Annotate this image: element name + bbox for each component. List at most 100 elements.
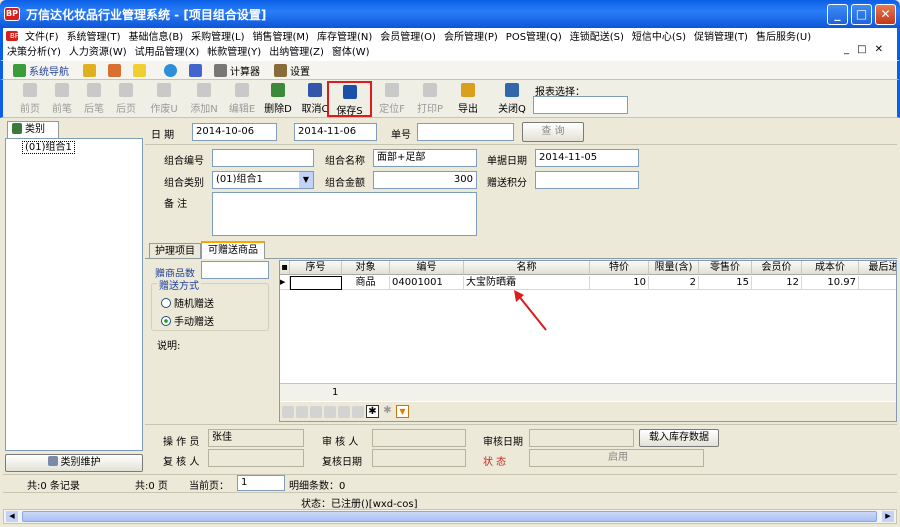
code-input[interactable] — [212, 149, 314, 167]
menu-item[interactable]: 会员管理(O) — [376, 28, 440, 43]
nav-calculator[interactable]: 计算器 — [214, 63, 260, 78]
date-to-input[interactable]: 2014-11-06 — [294, 123, 377, 141]
menu-item[interactable]: 库存管理(N) — [313, 28, 376, 43]
state-button[interactable]: 启用 — [529, 449, 704, 467]
col-name[interactable]: 名称 — [464, 261, 590, 275]
nav-system-guide[interactable]: 系统导航 — [13, 63, 69, 78]
menu-item[interactable]: 售后服务(U) — [752, 28, 815, 43]
date-from-input[interactable]: 2014-10-06 — [192, 123, 277, 141]
horizontal-scrollbar[interactable]: ◀ ▶ — [3, 509, 897, 524]
name-input[interactable]: 面部+足部 — [373, 149, 477, 167]
menu-item[interactable]: 出纳管理(Z) — [265, 43, 328, 58]
nav-settings[interactable]: 设置 — [274, 63, 310, 78]
col-member-price[interactable]: 会员价 — [752, 261, 802, 275]
note-textarea[interactable] — [212, 192, 477, 236]
load-stock-button[interactable]: 载入库存数据 — [639, 429, 719, 447]
query-button[interactable]: 查 询 — [522, 122, 584, 142]
category-maintain-button[interactable]: 类别维护 — [5, 454, 143, 472]
delete-button[interactable]: 删除D — [261, 83, 295, 115]
type-select[interactable]: (01)组合1 ▼ — [212, 171, 314, 189]
export-button[interactable]: 导出 — [451, 83, 485, 115]
col-cost-price[interactable]: 成本价 — [802, 261, 859, 275]
col-retail-price[interactable]: 零售价 — [699, 261, 752, 275]
close-button[interactable]: ✕ — [875, 4, 896, 25]
menu-item[interactable]: 帐款管理(Y) — [203, 43, 265, 58]
cell-name[interactable]: 大宝防晒霜 — [464, 276, 590, 290]
globe-icon[interactable] — [164, 63, 177, 77]
nav-prev-page-icon[interactable] — [296, 405, 308, 418]
menu-item[interactable]: 人力资源(W) — [65, 43, 131, 58]
report-select-input[interactable] — [533, 96, 628, 114]
nav-filter-icon[interactable]: ▼ — [396, 405, 409, 418]
col-seq[interactable]: 序号 — [290, 261, 342, 275]
menu-item[interactable]: 会所管理(P) — [440, 28, 502, 43]
amount-input[interactable]: 300 — [373, 171, 477, 189]
chevron-down-icon[interactable]: ▼ — [299, 172, 313, 188]
cell-limit[interactable]: 2 — [649, 276, 699, 290]
nav-last-icon[interactable] — [352, 405, 364, 418]
close-form-button[interactable]: 关闭Q — [495, 83, 529, 115]
gift-count-input[interactable] — [201, 261, 269, 279]
cell-member-price[interactable]: 12 — [752, 276, 802, 290]
radio-random[interactable]: 随机赠送 — [161, 295, 214, 310]
cell-special-price[interactable]: 10 — [590, 276, 649, 290]
menu-item[interactable]: 文件(F) — [21, 28, 63, 43]
void-button[interactable]: 作废U — [147, 83, 181, 115]
col-code[interactable]: 编号 — [390, 261, 464, 275]
users-icon[interactable] — [108, 63, 121, 77]
save-button[interactable]: 保存S — [327, 81, 372, 117]
menu-item[interactable]: 连锁配送(S) — [566, 28, 628, 43]
tree-item-group1[interactable]: (01)组合1 — [22, 141, 75, 154]
cell-cost-price[interactable]: 10.97 — [802, 276, 859, 290]
nav-delete-icon[interactable]: ✱ — [381, 405, 394, 418]
menu-item[interactable]: 决策分析(Y) — [3, 43, 65, 58]
next-record-button[interactable]: 后笔 — [79, 83, 109, 115]
cell-object[interactable]: 商品 — [342, 276, 390, 290]
col-last-price[interactable]: 最后进价 — [859, 261, 896, 275]
bell-icon[interactable] — [133, 63, 146, 77]
add-button[interactable]: 添加N — [187, 83, 221, 115]
menu-item[interactable]: 销售管理(M) — [249, 28, 313, 43]
cell-seq[interactable] — [290, 276, 342, 290]
locate-button[interactable]: 定位F — [375, 83, 409, 115]
col-object[interactable]: 对象 — [342, 261, 390, 275]
minimize-button[interactable]: _ — [827, 4, 848, 25]
last-page-button[interactable]: 后页 — [111, 83, 141, 115]
radio-manual[interactable]: 手动赠送 — [161, 313, 214, 328]
nav-next-icon[interactable] — [324, 405, 336, 418]
menu-item[interactable]: 试用品管理(X) — [131, 43, 204, 58]
scroll-right-icon[interactable]: ▶ — [882, 511, 894, 522]
scroll-thumb[interactable] — [22, 511, 877, 522]
first-page-button[interactable]: 前页 — [15, 83, 45, 115]
cell-retail-price[interactable]: 15 — [699, 276, 752, 290]
print-button[interactable]: 打印P — [413, 83, 447, 115]
cell-code[interactable]: 04001001 — [390, 276, 464, 290]
cell-last-price[interactable] — [859, 276, 896, 290]
tab-gift-products[interactable]: 可赠送商品 — [201, 241, 265, 260]
menu-item[interactable]: 基础信息(B) — [124, 28, 187, 43]
maximize-button[interactable]: □ — [851, 4, 872, 25]
scroll-left-icon[interactable]: ◀ — [6, 511, 18, 522]
menu-item[interactable]: 短信中心(S) — [628, 28, 690, 43]
nav-prev-icon[interactable] — [310, 405, 322, 418]
nav-insert-icon[interactable]: ✱ — [366, 405, 379, 418]
col-limit[interactable]: 限量(含) — [649, 261, 699, 275]
menu-item[interactable]: 促销管理(T) — [690, 28, 752, 43]
info-icon[interactable] — [189, 63, 202, 77]
menu-item[interactable]: 窗体(W) — [328, 43, 374, 58]
points-input[interactable] — [535, 171, 639, 189]
col-special-price[interactable]: 特价 — [590, 261, 649, 275]
nav-first-icon[interactable] — [282, 405, 294, 418]
key-icon[interactable] — [83, 63, 96, 77]
menu-item[interactable]: 系统管理(T) — [63, 28, 125, 43]
mdi-controls[interactable]: _□✕ — [844, 44, 891, 55]
edit-button[interactable]: 编辑E — [225, 83, 259, 115]
bill-date-input[interactable]: 2014-11-05 — [535, 149, 639, 167]
sidebar-tab-category[interactable]: 类别 — [7, 121, 59, 138]
menu-item[interactable]: POS管理(Q) — [502, 28, 566, 43]
nav-next-page-icon[interactable] — [338, 405, 350, 418]
menu-item[interactable]: 采购管理(L) — [187, 28, 248, 43]
doc-no-input[interactable] — [417, 123, 514, 141]
current-page-input[interactable]: 1 — [237, 475, 285, 491]
prev-record-button[interactable]: 前笔 — [47, 83, 77, 115]
